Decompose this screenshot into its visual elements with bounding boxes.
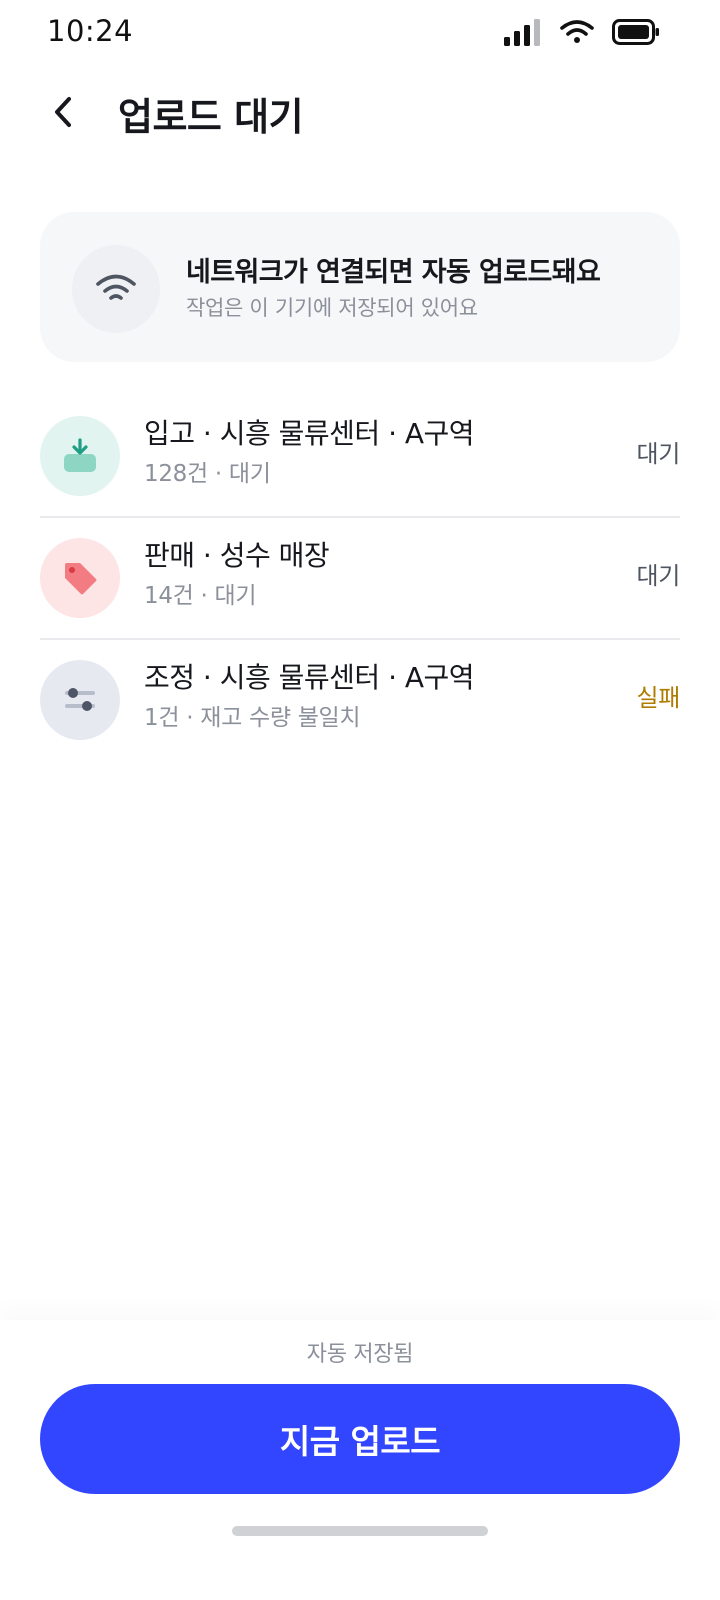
bottom-action-area: 자동 저장됨 지금 업로드 [0, 1320, 720, 1600]
status-label: 대기 [636, 562, 680, 590]
price-tag-icon [40, 538, 120, 618]
upload-queue-list: 입고 · 시흥 물류센터 · A구역 128건 · 대기 대기 판매 · 성수 … [40, 396, 680, 760]
queue-item-subtitle: 14건 · 대기 [144, 583, 257, 609]
battery-icon [612, 19, 660, 49]
status-time: 10:24 [47, 14, 134, 48]
signal-icon [504, 18, 542, 50]
queue-item-adjust[interactable]: 조정 · 시흥 물류센터 · A구역 1건 · 재고 수량 불일치 실패 [40, 640, 680, 760]
status-label: 대기 [636, 440, 680, 468]
banner-title: 네트워크가 연결되면 자동 업로드돼요 [186, 257, 601, 288]
queue-item-subtitle: 1건 · 재고 수량 불일치 [144, 705, 361, 731]
page-title: 업로드 대기 [118, 95, 304, 139]
queue-item-inbound[interactable]: 입고 · 시흥 물류센터 · A구역 128건 · 대기 대기 [40, 396, 680, 518]
wifi-icon [560, 19, 594, 49]
upload-now-button[interactable]: 지금 업로드 [40, 1384, 680, 1494]
status-icons [504, 18, 660, 50]
status-bar: 10:24 [0, 0, 720, 70]
back-button[interactable] [40, 90, 88, 138]
banner-subtitle: 작업은 이 기기에 저장되어 있어요 [186, 296, 478, 320]
autosave-label: 자동 저장됨 [306, 1342, 414, 1367]
queue-item-subtitle: 128건 · 대기 [144, 461, 271, 487]
inbound-download-icon [40, 416, 120, 496]
queue-item-title: 판매 · 성수 매장 [144, 539, 330, 572]
header: 업로드 대기 [0, 76, 720, 156]
queue-item-sales[interactable]: 판매 · 성수 매장 14건 · 대기 대기 [40, 518, 680, 640]
home-indicator[interactable] [232, 1526, 488, 1536]
network-banner: 네트워크가 연결되면 자동 업로드돼요 작업은 이 기기에 저장되어 있어요 [40, 212, 680, 362]
queue-item-title: 조정 · 시흥 물류센터 · A구역 [144, 661, 475, 694]
chevron-left-icon [52, 95, 76, 133]
status-label: 실패 [636, 684, 680, 712]
wifi-icon [72, 245, 160, 333]
adjust-sliders-icon [40, 660, 120, 740]
queue-item-title: 입고 · 시흥 물류센터 · A구역 [144, 417, 475, 450]
